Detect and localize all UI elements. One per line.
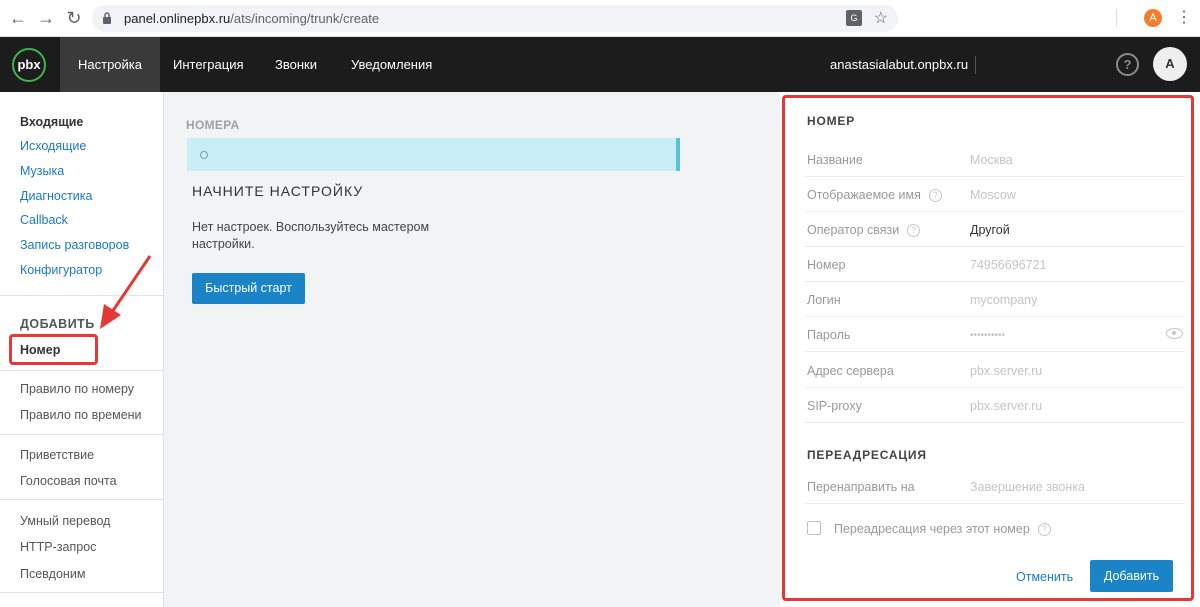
nav-integration[interactable]: Интеграция: [155, 37, 262, 92]
form-row-number[interactable]: Номер 74956696721: [805, 247, 1185, 282]
field-label: SIP-proxy: [807, 399, 862, 413]
annotation-highlight-number: [9, 334, 98, 365]
form-row-display-name[interactable]: Отображаемое имя? Moscow: [805, 177, 1185, 212]
translate-icon[interactable]: G: [846, 10, 862, 26]
user-avatar[interactable]: A: [1153, 47, 1187, 81]
start-setup-title: НАЧНИТЕ НАСТРОЙКУ: [192, 183, 364, 199]
sidebar-add-greeting[interactable]: Приветствие: [20, 448, 94, 462]
redirect-via-number-checkbox[interactable]: [807, 521, 821, 535]
sidebar-add-number-rule[interactable]: Правило по номеру: [20, 382, 134, 396]
sidebar-divider: [0, 592, 164, 593]
form-row-login[interactable]: Логин mycompany: [805, 282, 1185, 317]
field-label: Адрес сервера: [807, 364, 894, 378]
field-label: Логин: [807, 293, 841, 307]
sip-proxy-input[interactable]: pbx.server.ru: [970, 399, 1042, 413]
redirect-select[interactable]: Завершение звонка: [970, 480, 1085, 494]
number-input[interactable]: 74956696721: [970, 258, 1046, 272]
account-domain[interactable]: anastasialabut.onpbx.ru: [830, 37, 968, 92]
add-number-panel: НОМЕР Название Москва Отображаемое имя? …: [780, 92, 1200, 607]
field-label: Название: [807, 153, 863, 167]
sidebar-add-heading: ДОБАВИТЬ: [20, 317, 95, 331]
sidebar-divider: [0, 499, 164, 500]
sidebar-add-smart-transfer[interactable]: Умный перевод: [20, 514, 110, 528]
add-button[interactable]: Добавить: [1090, 560, 1173, 592]
form-row-sip-proxy[interactable]: SIP-proxy pbx.server.ru: [805, 388, 1185, 423]
sidebar-item-diagnostics[interactable]: Диагностика: [20, 189, 92, 203]
sidebar-add-time-rule[interactable]: Правило по времени: [20, 408, 142, 422]
sidebar-item-music[interactable]: Музыка: [20, 164, 64, 178]
app-header: pbx Настройка Интеграция Звонки Уведомле…: [0, 37, 1200, 92]
question-icon[interactable]: ?: [1037, 523, 1051, 536]
pbx-logo[interactable]: pbx: [12, 48, 46, 82]
header-divider: [975, 56, 976, 74]
quick-start-button[interactable]: Быстрый старт: [192, 273, 305, 304]
numbers-section-title: НОМЕРА: [186, 118, 240, 132]
field-label: Пароль: [807, 328, 851, 342]
nav-calls[interactable]: Звонки: [257, 37, 335, 92]
field-label: Номер: [807, 258, 846, 272]
operator-select[interactable]: Другой: [970, 223, 1010, 237]
main-content: НОМЕРА НАЧНИТЕ НАСТРОЙКУ Нет настроек. В…: [165, 92, 780, 607]
checkbox-label: Переадресация через этот номер?: [834, 522, 1051, 536]
number-list-item[interactable]: [187, 138, 680, 171]
sidebar-divider: [0, 370, 164, 371]
panel-heading: НОМЕР: [807, 114, 856, 128]
form-row-operator[interactable]: Оператор связи? Другой: [805, 212, 1185, 247]
url-text: panel.onlinepbx.ru/ats/incoming/trunk/cr…: [124, 11, 380, 26]
sidebar-item-configurator[interactable]: Конфигуратор: [20, 263, 102, 277]
nav-settings[interactable]: Настройка: [60, 37, 160, 92]
back-icon[interactable]: ←: [8, 8, 28, 28]
form-row-name[interactable]: Название Москва: [805, 142, 1185, 177]
field-label: Перенаправить на: [807, 480, 915, 494]
nav-notifications[interactable]: Уведомления: [333, 37, 450, 92]
eye-icon[interactable]: [1166, 328, 1183, 339]
sidebar-add-http-request[interactable]: HTTP-запрос: [20, 540, 96, 554]
start-setup-description: Нет настроек. Воспользуйтесь мастером на…: [192, 220, 430, 251]
browser-toolbar: ← → ↻ panel.onlinepbx.ru/ats/incoming/tr…: [0, 0, 1200, 37]
sidebar-item-recordings[interactable]: Запись разговоров: [20, 238, 129, 252]
question-icon[interactable]: ?: [928, 189, 942, 202]
sidebar-divider: [0, 434, 164, 435]
sidebar-add-voicemail[interactable]: Голосовая почта: [20, 474, 117, 488]
sidebar-divider: [0, 295, 164, 296]
forward-icon[interactable]: →: [36, 8, 56, 28]
login-input[interactable]: mycompany: [970, 293, 1037, 307]
help-icon[interactable]: ?: [1116, 53, 1139, 76]
reload-icon[interactable]: ↻: [64, 8, 84, 28]
sidebar-item-incoming[interactable]: Входящие: [20, 115, 83, 129]
star-icon[interactable]: ☆: [874, 8, 888, 28]
radio-circle-icon: [200, 151, 208, 159]
field-label: Отображаемое имя?: [807, 188, 942, 202]
sidebar-item-outgoing[interactable]: Исходящие: [20, 139, 86, 153]
question-icon[interactable]: ?: [907, 224, 921, 237]
name-input[interactable]: Москва: [970, 153, 1013, 167]
display-name-input[interactable]: Moscow: [970, 188, 1016, 202]
browser-profile-avatar[interactable]: A: [1144, 9, 1162, 27]
password-input[interactable]: ••••••••••: [970, 330, 1005, 341]
sidebar-add-alias[interactable]: Псевдоним: [20, 567, 85, 581]
address-bar[interactable]: panel.onlinepbx.ru/ats/incoming/trunk/cr…: [92, 5, 898, 32]
server-address-input[interactable]: pbx.server.ru: [970, 364, 1042, 378]
form-row-server[interactable]: Адрес сервера pbx.server.ru: [805, 353, 1185, 388]
toolbar-divider: [1116, 9, 1117, 27]
lock-icon: [103, 12, 111, 24]
kebab-menu-icon[interactable]: ⋮: [1176, 9, 1192, 27]
field-label: Оператор связи?: [807, 223, 921, 237]
cancel-button[interactable]: Отменить: [1016, 570, 1073, 584]
form-row-redirect[interactable]: Перенаправить на Завершение звонка: [805, 469, 1185, 504]
sidebar-item-callback[interactable]: Callback: [20, 213, 68, 227]
redirect-heading: ПЕРЕАДРЕСАЦИЯ: [807, 448, 927, 462]
form-row-password[interactable]: Пароль ••••••••••: [805, 317, 1185, 352]
